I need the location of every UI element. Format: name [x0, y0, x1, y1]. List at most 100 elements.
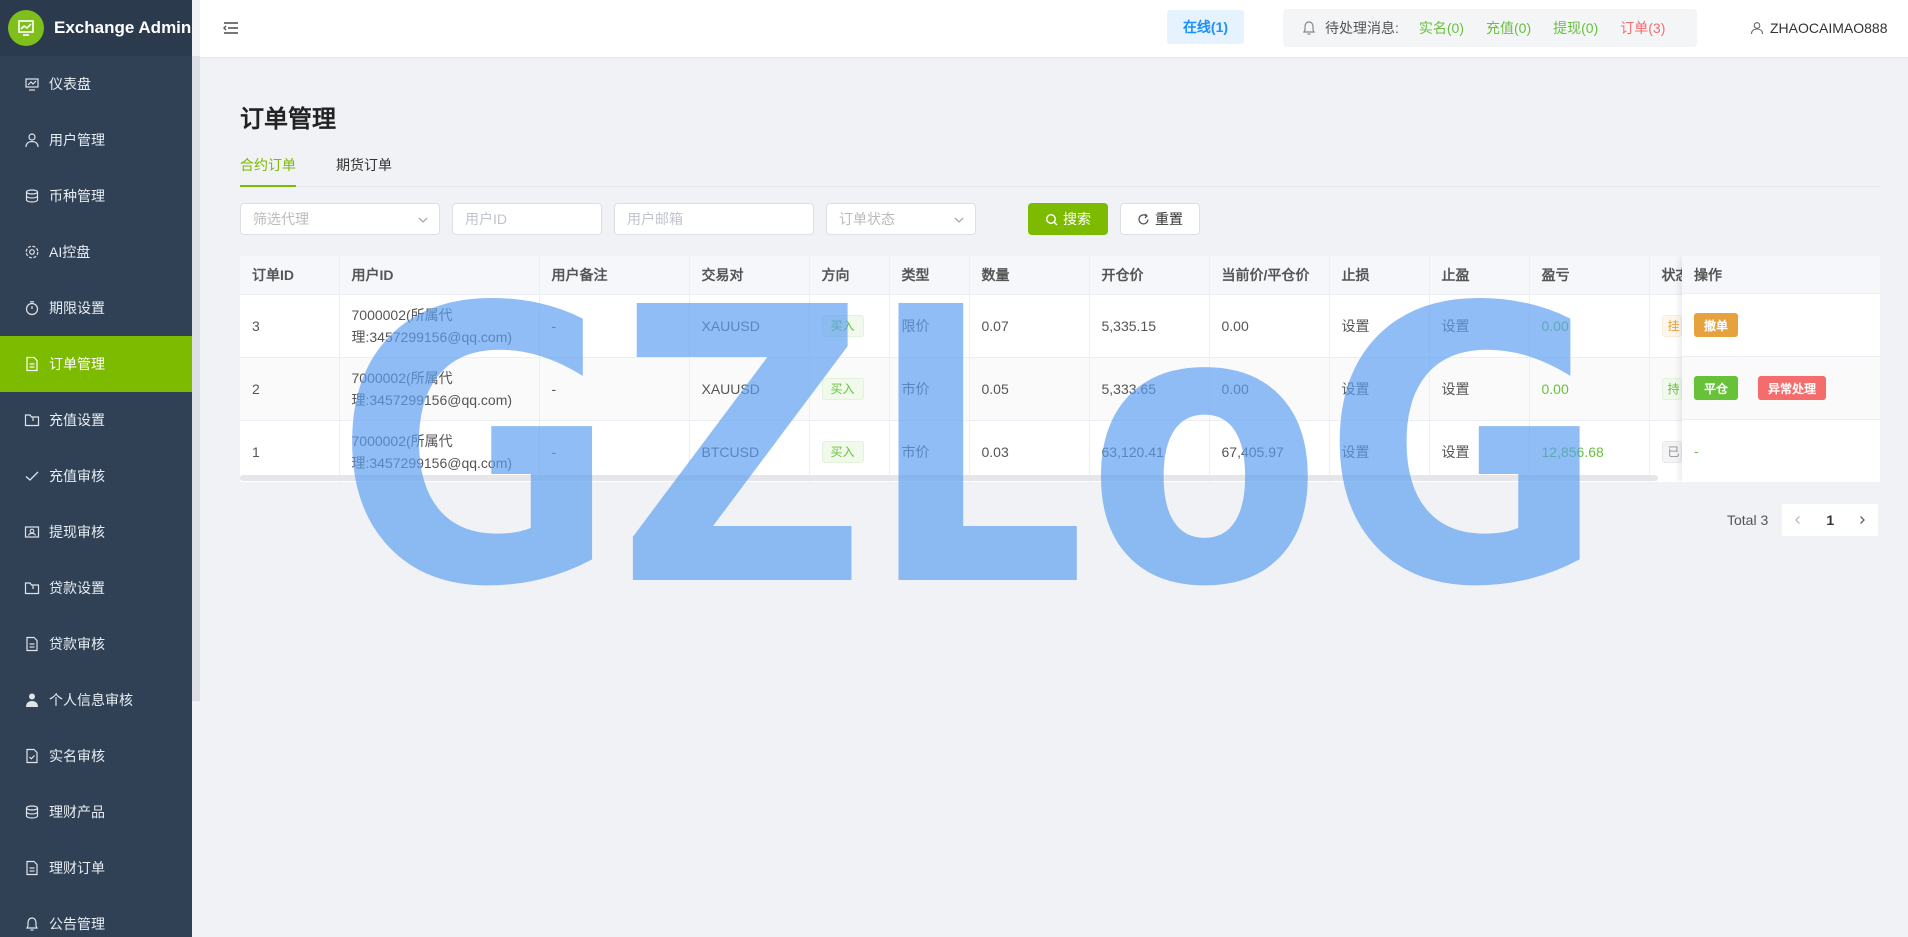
sidebar-item-13[interactable]: 理财产品 [0, 784, 192, 840]
sidebar-item-9[interactable]: 贷款设置 [0, 560, 192, 616]
user-remark: - [539, 357, 690, 421]
col-quantity: 数量 [969, 256, 1090, 295]
status-badge: 挂 [1661, 315, 1682, 337]
dashboard-icon [24, 76, 40, 92]
chevron-down-icon [954, 217, 964, 223]
user-id-line2: 理:3457299156@qq.com) [351, 454, 513, 471]
user-menu[interactable]: ZHAOCAIMAO888 [1750, 20, 1887, 36]
status-select[interactable]: 订单状态 [826, 203, 976, 235]
sidebar-scrollbar[interactable] [192, 56, 200, 701]
sidebar-item-1[interactable]: 用户管理 [0, 112, 192, 168]
prev-page-button[interactable] [1782, 504, 1815, 536]
agent-select[interactable]: 筛选代理 [240, 203, 440, 235]
sidebar-item-label: 期限设置 [49, 300, 105, 316]
order-type: 限价 [889, 294, 970, 358]
sidebar-item-10[interactable]: 贷款审核 [0, 616, 192, 672]
tab-futures-orders[interactable]: 期货订单 [336, 155, 392, 187]
table-row: 2 7000002(所属代 理:3457299156@qq.com) - XAUU… [240, 357, 1880, 421]
document-icon [24, 356, 40, 372]
stop-loss-link[interactable]: 设置 [1329, 420, 1430, 482]
col-direction: 方向 [809, 256, 890, 295]
col-type: 类型 [889, 256, 970, 295]
pending-recharge-link[interactable]: 充值(0) [1486, 18, 1531, 38]
user-id-line1: 7000002(所属代 [351, 369, 453, 386]
logo[interactable]: Exchange Admin [0, 0, 192, 56]
col-order-id: 订单ID [240, 256, 340, 295]
sidebar-item-11[interactable]: 个人信息审核 [0, 672, 192, 728]
table-header-row: 订单ID 用户ID 用户备注 交易对 方向 类型 数量 开仓价 当前价/平仓价 … [240, 256, 1880, 295]
sidebar-item-15[interactable]: 公告管理 [0, 896, 192, 937]
search-icon [1045, 213, 1058, 225]
pending-orders-link[interactable]: 订单(3) [1620, 18, 1665, 38]
orders-table: 订单ID 用户ID 用户备注 交易对 方向 类型 数量 开仓价 当前价/平仓价 … [240, 256, 1880, 482]
sidebar-item-label: 提现审核 [49, 524, 105, 540]
sidebar-item-12[interactable]: 实名审核 [0, 728, 192, 784]
chevron-down-icon [418, 217, 428, 223]
sidebar-item-5[interactable]: 订单管理 [0, 336, 192, 392]
sidebar-item-14[interactable]: 理财订单 [0, 840, 192, 896]
pending-label: 待处理消息: [1325, 20, 1399, 36]
actions-row: 平仓 异常处理 [1682, 357, 1880, 420]
current-price: 0.00 [1209, 357, 1330, 421]
chevron-right-icon [1860, 516, 1866, 524]
direction-cell: 买入 [809, 357, 890, 421]
userid-input[interactable] [452, 203, 602, 235]
bell-icon [1303, 21, 1315, 35]
take-profit-link[interactable]: 设置 [1429, 357, 1530, 421]
page-number-button[interactable]: 1 [1814, 504, 1847, 536]
menu-toggle-icon[interactable] [222, 19, 240, 37]
next-page-button[interactable] [1846, 504, 1879, 536]
actions-column: 操作 撤单 平仓 异常处理 - [1682, 256, 1880, 482]
pending-withdraw-link[interactable]: 提现(0) [1553, 18, 1598, 38]
table-row: 1 7000002(所属代 理:3457299156@qq.com) - BTCU… [240, 420, 1880, 482]
pending-realname-link[interactable]: 实名(0) [1419, 18, 1464, 38]
sidebar-item-2[interactable]: 币种管理 [0, 168, 192, 224]
app-title: Exchange Admin [54, 18, 192, 37]
table-row: 3 7000002(所属代 理:3457299156@qq.com) - XAUU… [240, 294, 1880, 358]
user-id-cell: 7000002(所属代 理:3457299156@qq.com) [339, 294, 540, 358]
email-input[interactable] [614, 203, 814, 235]
main-content: 订单管理 合约订单 期货订单 筛选代理 订单状态 搜索 重置 [200, 58, 1908, 937]
tab-contract-orders[interactable]: 合约订单 [240, 155, 296, 187]
online-count-badge[interactable]: 在线(1) [1167, 10, 1244, 44]
col-current-price: 当前价/平仓价 [1209, 256, 1330, 295]
sidebar-item-label: 理财产品 [49, 804, 105, 820]
pagination-total: Total 3 [1727, 512, 1769, 528]
pnl: 0.00 [1529, 294, 1650, 358]
table-horizontal-scrollbar[interactable] [240, 475, 1658, 481]
close-position-button[interactable]: 平仓 [1694, 376, 1739, 400]
gear-icon [24, 244, 40, 260]
stop-loss-link[interactable]: 设置 [1329, 294, 1430, 358]
direction-tag: 买入 [821, 441, 864, 463]
sidebar-item-8[interactable]: 提现审核 [0, 504, 192, 560]
direction-cell: 买入 [809, 294, 890, 358]
user-id-line1: 7000002(所属代 [351, 306, 453, 323]
sidebar-item-label: 个人信息审核 [49, 692, 133, 708]
current-price: 67,405.97 [1209, 420, 1330, 482]
col-user-remark: 用户备注 [539, 256, 690, 295]
sidebar-item-3[interactable]: AI控盘 [0, 224, 192, 280]
order-id: 1 [240, 420, 340, 482]
person-icon [24, 692, 40, 708]
search-button-label: 搜索 [1063, 211, 1091, 227]
search-button[interactable]: 搜索 [1028, 203, 1108, 235]
stop-loss-link[interactable]: 设置 [1329, 357, 1430, 421]
col-pnl: 盈亏 [1529, 256, 1650, 295]
sidebar-item-7[interactable]: 充值审核 [0, 448, 192, 504]
take-profit-link[interactable]: 设置 [1429, 294, 1530, 358]
take-profit-link[interactable]: 设置 [1429, 420, 1530, 482]
chevron-left-icon [1795, 516, 1801, 524]
direction-tag: 买入 [821, 315, 864, 337]
check-icon [24, 468, 40, 484]
user-remark: - [539, 420, 690, 482]
sidebar-item-0[interactable]: 仪表盘 [0, 56, 192, 112]
database-icon [24, 188, 40, 204]
reset-button[interactable]: 重置 [1120, 203, 1200, 235]
cancel-order-button[interactable]: 撤单 [1694, 313, 1739, 337]
trading-pair: XAUUSD [689, 357, 810, 421]
exception-handle-button[interactable]: 异常处理 [1758, 376, 1827, 400]
direction-cell: 买入 [809, 420, 890, 482]
direction-tag: 买入 [821, 378, 864, 400]
sidebar-item-4[interactable]: 期限设置 [0, 280, 192, 336]
sidebar-item-6[interactable]: 充值设置 [0, 392, 192, 448]
